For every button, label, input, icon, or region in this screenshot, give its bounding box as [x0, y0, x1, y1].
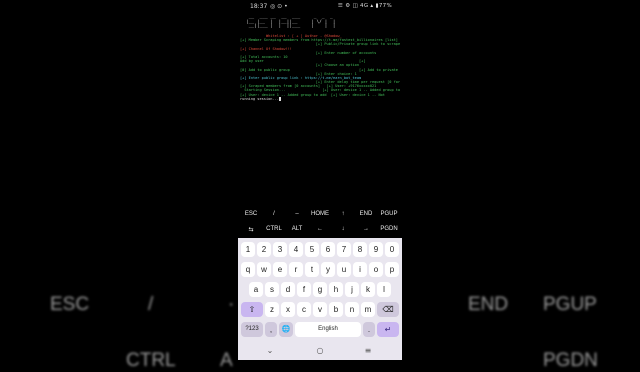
extra-key-alt[interactable]: ALT — [285, 226, 309, 232]
key-8[interactable]: 8 — [353, 242, 367, 257]
key-f[interactable]: f — [297, 282, 311, 297]
status-bar: 18:37 ◎ ⊙ • ☰ ⚙ ◫ 4G ▴ ▮77% — [238, 0, 402, 14]
extra-key-esc[interactable]: ESC — [239, 211, 263, 217]
key-l[interactable]: l — [377, 282, 391, 297]
symbols-key[interactable]: ?123 — [241, 322, 263, 337]
key-c[interactable]: c — [297, 302, 311, 317]
phone-screen: 18:37 ◎ ⊙ • ☰ ⚙ ◫ 4G ▴ ▮77% __ ___ __ __… — [238, 0, 402, 360]
bg-key-pgdn: PGDN — [543, 350, 598, 371]
key-q[interactable]: q — [241, 262, 255, 277]
key-2[interactable]: 2 — [257, 242, 271, 257]
key-a[interactable]: a — [249, 282, 263, 297]
key-b[interactable]: b — [329, 302, 343, 317]
keyboard-row-numbers: 1 2 3 4 5 6 7 8 9 0 — [238, 242, 402, 260]
globe-icon[interactable]: 🌐 — [279, 322, 293, 337]
extra-keys-bar: ESC / – HOME ↑ END PGUP ⇆ CTRL ALT ← ↓ →… — [238, 206, 402, 238]
key-g[interactable]: g — [313, 282, 327, 297]
status-time: 18:37 — [250, 3, 268, 10]
key-m[interactable]: m — [361, 302, 375, 317]
bg-key-ctrl: CTRL — [126, 350, 176, 371]
extra-key-right[interactable]: → — [354, 226, 378, 232]
extra-key-down[interactable]: ↓ — [331, 226, 355, 232]
backspace-key[interactable]: ⌫ — [377, 302, 399, 317]
bg-key-slash: / — [148, 294, 154, 315]
bg-key-end: END — [468, 294, 509, 315]
status-indicators: ☰ ⚙ ◫ 4G ▴ ▮77% — [337, 3, 392, 9]
keyboard-row-a: a s d f g h j k l — [238, 282, 402, 300]
period-key[interactable]: . — [363, 322, 375, 337]
terminal-line: Starting Session... [+] User: device 1 -… — [240, 88, 400, 93]
key-e[interactable]: e — [273, 262, 287, 277]
terminal-cursor — [278, 97, 281, 101]
key-k[interactable]: k — [361, 282, 375, 297]
key-3[interactable]: 3 — [273, 242, 287, 257]
key-r[interactable]: r — [289, 262, 303, 277]
extra-key-left[interactable]: ← — [308, 226, 332, 232]
extra-key-up[interactable]: ↑ — [331, 211, 355, 217]
extra-key-dash[interactable]: – — [285, 211, 309, 217]
extra-key-pgup[interactable]: PGUP — [377, 211, 401, 217]
key-4[interactable]: 4 — [289, 242, 303, 257]
extra-key-pgdn[interactable]: PGDN — [377, 226, 401, 232]
key-j[interactable]: j — [345, 282, 359, 297]
key-d[interactable]: d — [281, 282, 295, 297]
bg-key-alt: A — [220, 350, 233, 371]
key-s[interactable]: s — [265, 282, 279, 297]
nav-home-icon[interactable]: ○ — [310, 346, 330, 355]
extra-key-tab[interactable]: ⇆ — [239, 226, 263, 233]
key-7[interactable]: 7 — [337, 242, 351, 257]
keyboard-row-q: q w e r t y u i o p — [238, 262, 402, 280]
key-i[interactable]: i — [353, 262, 367, 277]
terminal-line: [+] Public/Private group link to scrape … — [240, 42, 400, 47]
key-p[interactable]: p — [385, 262, 399, 277]
key-v[interactable]: v — [313, 302, 327, 317]
extra-key-ctrl[interactable]: CTRL — [262, 226, 286, 232]
shift-key[interactable]: ⇧ — [241, 302, 263, 317]
keyboard-row-bottom: ?123 , 🌐 English . ↵ — [238, 322, 402, 340]
bg-key-esc: ESC — [50, 294, 90, 315]
key-6[interactable]: 6 — [321, 242, 335, 257]
key-0[interactable]: 0 — [385, 242, 399, 257]
key-1[interactable]: 1 — [241, 242, 255, 257]
nav-hide-keyboard-icon[interactable]: ⌄ — [260, 346, 280, 355]
terminal-line: running session... — [240, 97, 400, 101]
key-h[interactable]: h — [329, 282, 343, 297]
space-bar[interactable]: English — [295, 322, 361, 337]
comma-key[interactable]: , — [265, 322, 277, 337]
bg-key-dot: · — [228, 294, 235, 315]
key-5[interactable]: 5 — [305, 242, 319, 257]
key-u[interactable]: u — [337, 262, 351, 277]
key-w[interactable]: w — [257, 262, 271, 277]
key-y[interactable]: y — [321, 262, 335, 277]
keyboard-row-z: ⇧ z x c v b n m ⌫ — [238, 302, 402, 320]
nav-menu-icon[interactable]: ≡ — [358, 346, 378, 355]
key-t[interactable]: t — [305, 262, 319, 277]
key-9[interactable]: 9 — [369, 242, 383, 257]
system-nav-bar: ⌄ ○ ≡ — [238, 344, 402, 360]
key-n[interactable]: n — [345, 302, 359, 317]
extra-key-end[interactable]: END — [354, 211, 378, 217]
notification-icons: ◎ ⊙ • — [270, 2, 288, 10]
terminal-output[interactable]: Whitelist : [ + ] Author - @Shadow_ [+] … — [240, 14, 400, 206]
extra-key-slash[interactable]: / — [262, 211, 286, 217]
terminal-line-text: running session... — [240, 96, 279, 101]
on-screen-keyboard: 1 2 3 4 5 6 7 8 9 0 q w e r t y u i o p … — [238, 238, 402, 344]
bg-key-pgup: PGUP — [543, 294, 597, 315]
key-x[interactable]: x — [281, 302, 295, 317]
key-o[interactable]: o — [369, 262, 383, 277]
enter-key[interactable]: ↵ — [377, 322, 399, 337]
key-z[interactable]: z — [265, 302, 279, 317]
extra-key-home[interactable]: HOME — [308, 211, 332, 217]
